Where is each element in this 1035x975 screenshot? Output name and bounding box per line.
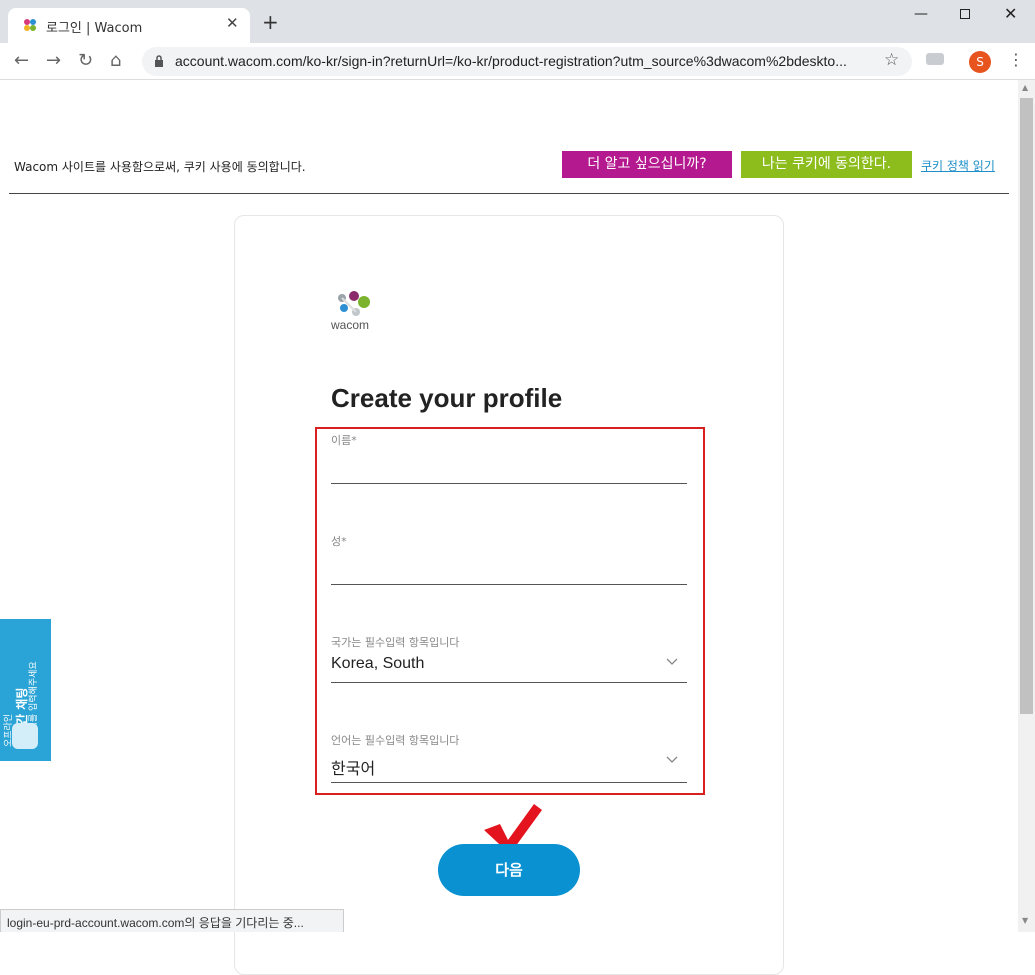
minimize-icon[interactable]: — bbox=[914, 6, 928, 22]
vertical-scrollbar[interactable]: ▲ ▼ bbox=[1018, 80, 1035, 932]
status-bar: login-eu-prd-account.wacom.com의 응답을 기다리는… bbox=[0, 909, 344, 932]
language-label: 언어는 필수입력 항목입니다 bbox=[331, 734, 460, 747]
forward-icon[interactable]: → bbox=[46, 51, 61, 71]
address-bar[interactable]: account.wacom.com/ko-kr/sign-in?returnUr… bbox=[142, 47, 912, 76]
next-button[interactable]: 다음 bbox=[438, 844, 580, 896]
scroll-down-icon[interactable]: ▼ bbox=[1022, 916, 1028, 925]
chat-bubble-icon bbox=[12, 723, 38, 749]
back-icon[interactable]: ← bbox=[14, 51, 29, 71]
bookmark-star-icon[interactable]: ☆ bbox=[884, 50, 899, 70]
page-title: Create your profile bbox=[331, 383, 563, 413]
lock-icon bbox=[155, 55, 163, 67]
language-select[interactable]: 한국어 bbox=[331, 755, 375, 779]
reload-icon[interactable]: ↻ bbox=[78, 51, 93, 71]
extension-icon[interactable] bbox=[926, 53, 944, 65]
tab-close-icon[interactable]: ✕ bbox=[226, 14, 239, 32]
maximize-icon[interactable] bbox=[960, 9, 970, 19]
first-name-label: 이름* bbox=[331, 434, 357, 447]
url-text: account.wacom.com/ko-kr/sign-in?returnUr… bbox=[175, 53, 847, 69]
window-close-icon[interactable]: ✕ bbox=[1004, 4, 1017, 23]
last-name-input[interactable] bbox=[331, 584, 687, 585]
live-chat-widget[interactable]: 오프라인 실시간 채팅 메시지를 입력해주세요 bbox=[0, 619, 51, 761]
browser-titlebar: 로그인 | Wacom ✕ + — ✕ bbox=[0, 0, 1035, 43]
cookie-notice-text: Wacom 사이트를 사용함으로써, 쿠키 사용에 동의합니다. bbox=[14, 160, 306, 174]
tab-title: 로그인 | Wacom bbox=[46, 21, 143, 36]
wacom-favicon-icon bbox=[24, 19, 36, 31]
accept-cookies-button[interactable]: 나는 쿠키에 동의한다. bbox=[741, 151, 912, 178]
logo-wordmark: wacom bbox=[331, 318, 370, 332]
country-underline bbox=[331, 682, 687, 683]
learn-more-button[interactable]: 더 알고 싶으십니까? bbox=[562, 151, 732, 178]
first-name-input[interactable] bbox=[331, 483, 687, 484]
country-select[interactable]: Korea, South bbox=[331, 655, 424, 673]
last-name-label: 성* bbox=[331, 535, 347, 548]
browser-menu-icon[interactable]: ⋮ bbox=[1008, 50, 1024, 69]
home-icon[interactable]: ⌂ bbox=[110, 51, 121, 71]
cookie-divider bbox=[9, 193, 1009, 194]
page-viewport: Wacom 사이트를 사용함으로써, 쿠키 사용에 동의합니다. 더 알고 싶으… bbox=[0, 80, 1035, 975]
new-tab-icon[interactable]: + bbox=[262, 12, 279, 32]
cookie-policy-link[interactable]: 쿠키 정책 읽기 bbox=[921, 157, 995, 174]
scrollbar-thumb[interactable] bbox=[1020, 98, 1033, 714]
profile-avatar[interactable]: S bbox=[969, 51, 991, 73]
chevron-down-icon[interactable] bbox=[666, 756, 678, 764]
browser-toolbar: ← → ↻ ⌂ account.wacom.com/ko-kr/sign-in?… bbox=[0, 43, 1035, 80]
scroll-up-icon[interactable]: ▲ bbox=[1022, 83, 1028, 92]
browser-tab[interactable]: 로그인 | Wacom ✕ bbox=[8, 8, 250, 43]
language-underline bbox=[331, 782, 687, 783]
country-label: 국가는 필수입력 항목입니다 bbox=[331, 636, 460, 649]
chevron-down-icon[interactable] bbox=[666, 658, 678, 666]
